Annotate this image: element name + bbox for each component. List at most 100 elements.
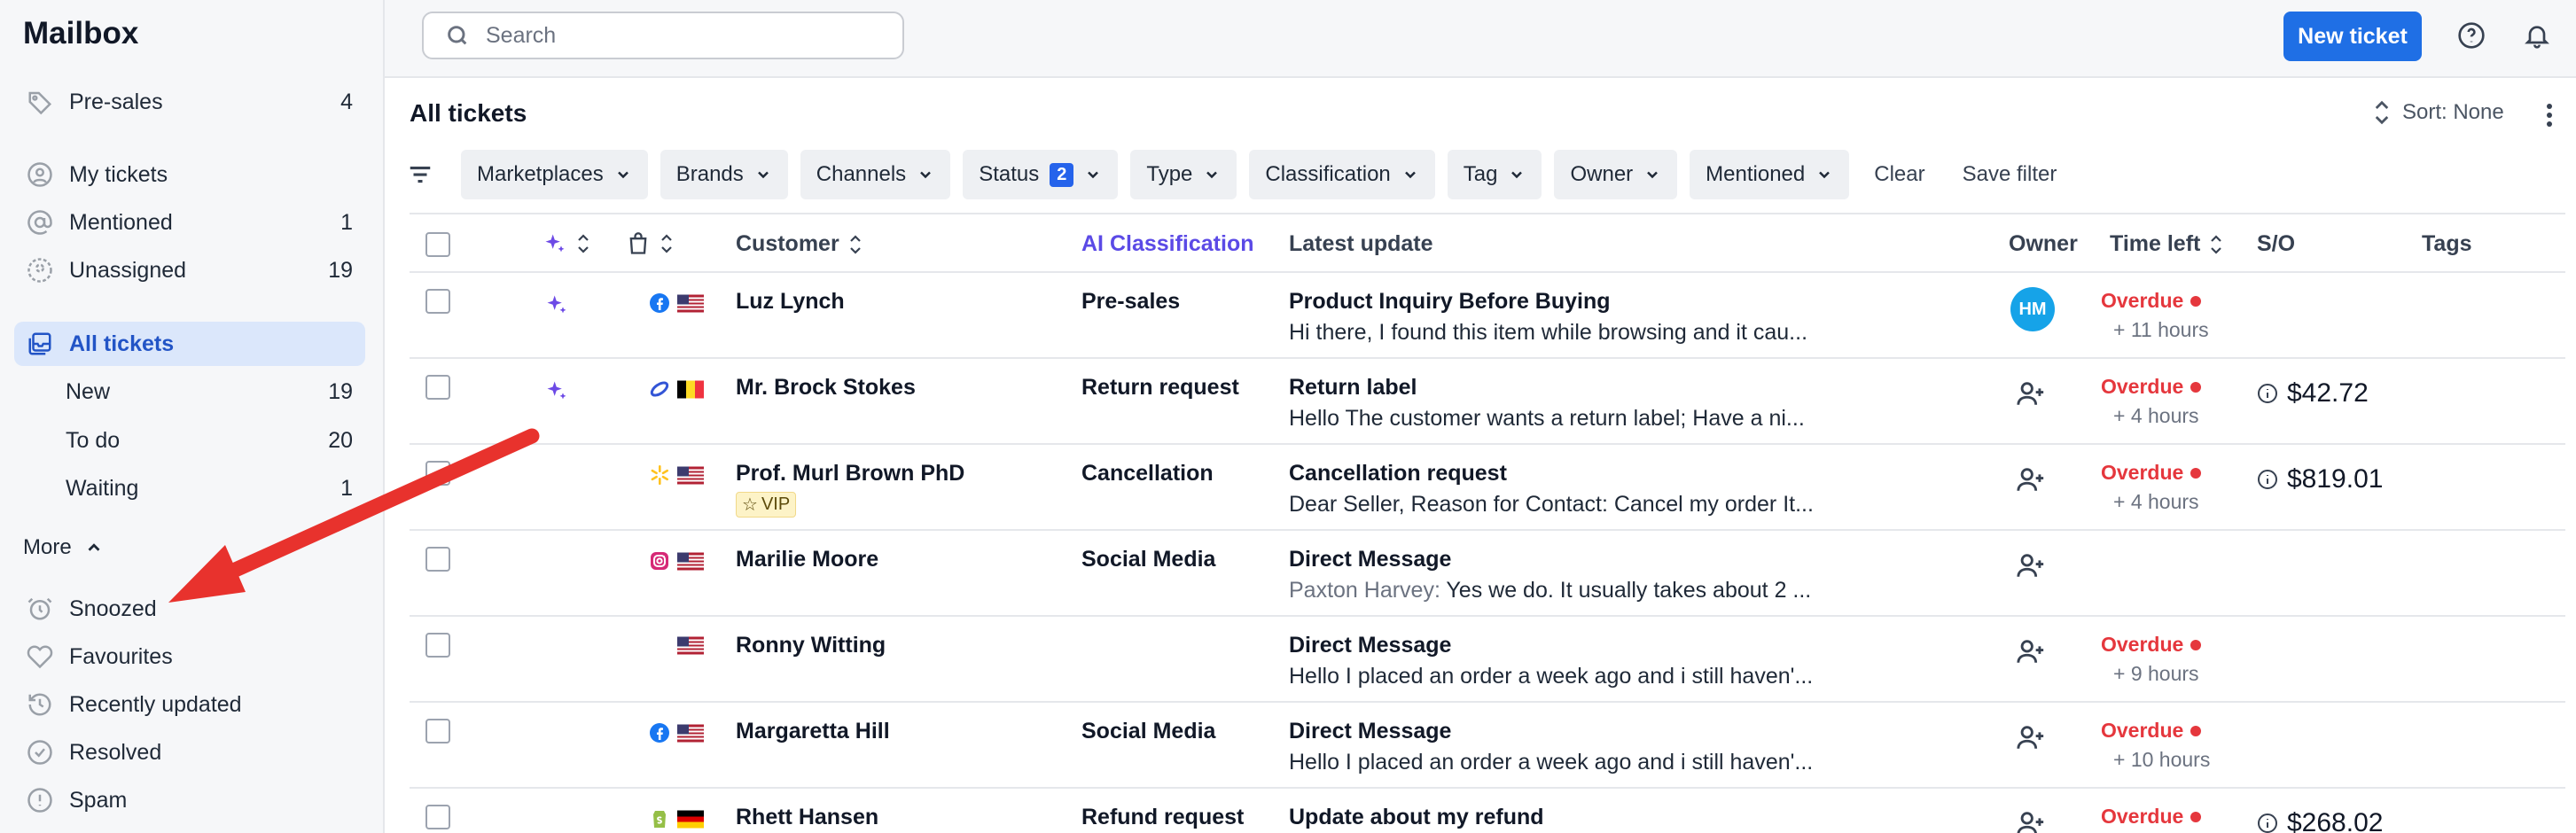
info-icon <box>2258 814 2277 833</box>
more-toggle[interactable]: More <box>23 535 104 560</box>
filter-label: Type <box>1146 162 1193 186</box>
filter-marketplaces[interactable]: Marketplaces <box>461 150 648 199</box>
save-filter-button[interactable]: Save filter <box>1950 162 2070 187</box>
update-body: Hi there, I found this item while browsi… <box>1289 320 1808 345</box>
update-title: Update about my refund <box>1289 805 1544 829</box>
customer-name[interactable]: Ronny Witting <box>736 633 886 658</box>
table-row[interactable]: Marilie Moore Social Media Direct Messag… <box>410 531 2565 617</box>
filter-lines-icon[interactable] <box>402 157 438 192</box>
new-ticket-button[interactable]: New ticket <box>2283 12 2422 61</box>
filter-owner[interactable]: Owner <box>1554 150 1678 199</box>
search-input[interactable] <box>486 22 876 49</box>
user-dashed-icon <box>25 255 55 285</box>
sidebar-item-resolved[interactable]: Resolved <box>14 730 365 775</box>
time-left-column-header[interactable]: Time left <box>2110 231 2223 257</box>
filter-classification[interactable]: Classification <box>1249 150 1435 199</box>
ai-classification-column-header[interactable]: AI Classification <box>1081 231 1254 257</box>
channel-flag-group <box>677 636 704 655</box>
channel-sort-header[interactable] <box>626 231 674 256</box>
sidebar-subitem-to-do[interactable]: To do 20 <box>14 418 365 463</box>
main-content: All tickets Sort: None Marketplaces Bran… <box>385 80 2576 833</box>
facebook-icon <box>650 293 669 313</box>
channel-flag-group <box>649 378 704 400</box>
filter-brands[interactable]: Brands <box>660 150 788 199</box>
classification-label: Social Media <box>1081 719 1216 743</box>
sidebar-item-spam[interactable]: Spam <box>14 778 365 822</box>
assign-user-icon[interactable] <box>2016 378 2046 413</box>
filter-type[interactable]: Type <box>1130 150 1237 199</box>
customer-name[interactable]: Prof. Murl Brown PhD <box>736 461 964 487</box>
chevron-down-icon <box>1647 171 1659 179</box>
row-checkbox[interactable] <box>425 547 450 572</box>
row-checkbox[interactable] <box>425 375 450 400</box>
customer-name[interactable]: Marilie Moore <box>736 547 878 572</box>
latest-update: Update about my refund <box>1289 805 1544 830</box>
sidebar-item-label: Resolved <box>69 739 162 765</box>
update-preview: Dear Seller, Reason for Contact: Cancel … <box>1289 492 1830 518</box>
sidebar-subitem-new[interactable]: New 19 <box>14 370 365 414</box>
sidebar-item-unassigned[interactable]: Unassigned 19 <box>14 248 365 292</box>
sidebar-item-favourites[interactable]: Favourites <box>14 634 365 679</box>
filter-status[interactable]: Status 2 <box>963 150 1119 199</box>
update-body: Hello I placed an order a week ago and i… <box>1289 664 1814 689</box>
assign-user-icon[interactable] <box>2016 464 2046 499</box>
sidebar-subitem-waiting[interactable]: Waiting 1 <box>14 466 365 510</box>
instagram-icon <box>651 552 668 570</box>
ai-sort-header[interactable] <box>543 231 590 256</box>
sidebar-item-mentioned[interactable]: Mentioned 1 <box>14 200 365 245</box>
table-row[interactable]: Rhett Hansen Refund request Update about… <box>410 789 2565 833</box>
table-row[interactable]: Ronny Witting Direct Message Hello I pla… <box>410 617 2565 703</box>
sort-control[interactable]: Sort: None <box>2372 99 2504 126</box>
sidebar-item-snoozed[interactable]: Snoozed <box>14 587 365 631</box>
customer-name[interactable]: Luz Lynch <box>736 289 845 315</box>
filter-tag[interactable]: Tag <box>1447 150 1542 199</box>
search-box[interactable] <box>422 12 904 59</box>
us-flag-icon <box>677 294 704 312</box>
vip-label: VIP <box>761 494 791 514</box>
sidebar-item-label: Pre-sales <box>69 89 163 114</box>
chevron-down-icon <box>1819 171 1831 179</box>
filter-mentioned[interactable]: Mentioned <box>1690 150 1850 199</box>
so-value[interactable]: $819.01 <box>2257 464 2383 494</box>
time-left: Overdue + 4 hours <box>2101 461 2202 514</box>
customer-name[interactable]: Margaretta Hill <box>736 719 890 744</box>
sort-label: Sort: None <box>2402 100 2504 124</box>
row-checkbox[interactable] <box>425 719 450 743</box>
filter-channels[interactable]: Channels <box>800 150 951 199</box>
update-body: Hello I placed an order a week ago and i… <box>1289 750 1814 775</box>
search-icon <box>448 26 467 45</box>
so-value[interactable]: $268.02 <box>2257 808 2383 833</box>
more-options-icon[interactable] <box>2539 99 2560 131</box>
status-count-badge: 2 <box>1050 162 1074 187</box>
table-row[interactable]: Mr. Brock Stokes Return request Return l… <box>410 359 2565 445</box>
row-checkbox[interactable] <box>425 805 450 829</box>
row-checkbox[interactable] <box>425 461 450 486</box>
assign-user-icon[interactable] <box>2016 808 2046 833</box>
sidebar-item-all-tickets[interactable]: All tickets <box>14 322 365 366</box>
sidebar-item-my-tickets[interactable]: My tickets <box>14 152 365 197</box>
filter-bar: Marketplaces Brands Channels Status 2 Typ… <box>402 149 2069 200</box>
assign-user-icon[interactable] <box>2016 550 2046 585</box>
facebook-icon <box>650 723 669 743</box>
overdue-label: Overdue <box>2101 633 2184 656</box>
table-row[interactable]: Prof. Murl Brown PhD ☆ VIP Cancellation C… <box>410 445 2565 531</box>
customer-column-header[interactable]: Customer <box>736 231 863 257</box>
clear-filters-button[interactable]: Clear <box>1862 162 1937 187</box>
help-icon[interactable] <box>2454 18 2489 53</box>
customer-name[interactable]: Mr. Brock Stokes <box>736 375 916 401</box>
be-flag-icon <box>677 380 704 398</box>
sidebar-item-recently-updated[interactable]: Recently updated <box>14 682 365 727</box>
so-value[interactable]: $42.72 <box>2257 378 2369 409</box>
select-all-checkbox[interactable] <box>425 232 450 257</box>
owner-avatar[interactable]: HM <box>2010 287 2055 331</box>
row-checkbox[interactable] <box>425 289 450 314</box>
assign-user-icon[interactable] <box>2016 722 2046 757</box>
table-row[interactable]: Margaretta Hill Social Media Direct Mess… <box>410 703 2565 789</box>
assign-user-icon[interactable] <box>2016 636 2046 671</box>
customer-name[interactable]: Rhett Hansen <box>736 805 878 830</box>
bell-icon[interactable] <box>2519 18 2555 53</box>
sidebar-item-pre-sales[interactable]: Pre-sales 4 <box>14 80 365 124</box>
customer-header-label: Customer <box>736 231 839 256</box>
table-row[interactable]: Luz Lynch Pre-sales Product Inquiry Befo… <box>410 273 2565 359</box>
row-checkbox[interactable] <box>425 633 450 658</box>
